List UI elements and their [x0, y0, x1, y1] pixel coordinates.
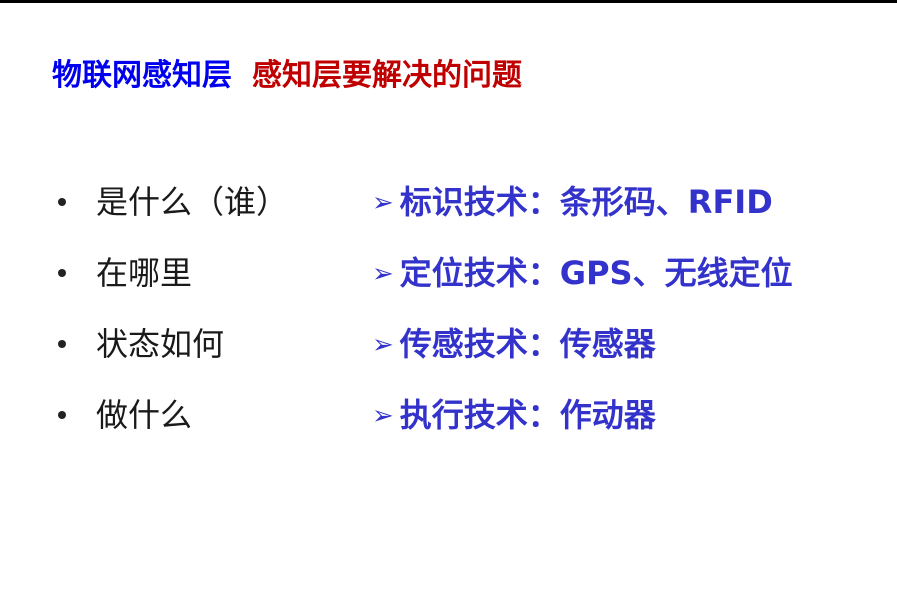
list-item: 是什么（谁） ➢ 标识技术：条形码、RFID — [0, 180, 897, 228]
question-text: 做什么 — [96, 396, 193, 434]
answer-text: ➢ 传感技术：传感器 — [372, 322, 656, 367]
arrow-bullet-icon: ➢ — [372, 401, 394, 431]
list-item: 做什么 ➢ 执行技术：作动器 — [0, 393, 897, 441]
question-text: 是什么（谁） — [96, 183, 289, 221]
arrow-bullet-icon: ➢ — [372, 259, 394, 289]
bullet-icon — [58, 198, 66, 206]
title-topic: 物联网感知层 — [52, 58, 232, 93]
answer-label: 标识技术：条形码、RFID — [399, 183, 773, 221]
answer-text: ➢ 定位技术：GPS、无线定位 — [372, 251, 793, 296]
list-item: 在哪里 ➢ 定位技术：GPS、无线定位 — [0, 251, 897, 299]
question-text: 在哪里 — [96, 254, 193, 292]
answer-label: 执行技术：作动器 — [399, 396, 656, 434]
list-item: 状态如何 ➢ 传感技术：传感器 — [0, 322, 897, 370]
answer-text: ➢ 执行技术：作动器 — [372, 393, 656, 438]
title-question: 感知层要解决的问题 — [252, 58, 522, 93]
slide-title: 物联网感知层 感知层要解决的问题 — [52, 56, 522, 96]
top-border-line — [0, 0, 897, 3]
bullet-icon — [58, 411, 66, 419]
answer-label: 定位技术：GPS、无线定位 — [399, 254, 793, 292]
arrow-bullet-icon: ➢ — [372, 188, 394, 218]
bullet-icon — [58, 340, 66, 348]
answer-text: ➢ 标识技术：条形码、RFID — [372, 180, 773, 225]
bullet-icon — [58, 269, 66, 277]
arrow-bullet-icon: ➢ — [372, 330, 394, 360]
question-text: 状态如何 — [96, 325, 225, 363]
answer-label: 传感技术：传感器 — [399, 325, 656, 363]
